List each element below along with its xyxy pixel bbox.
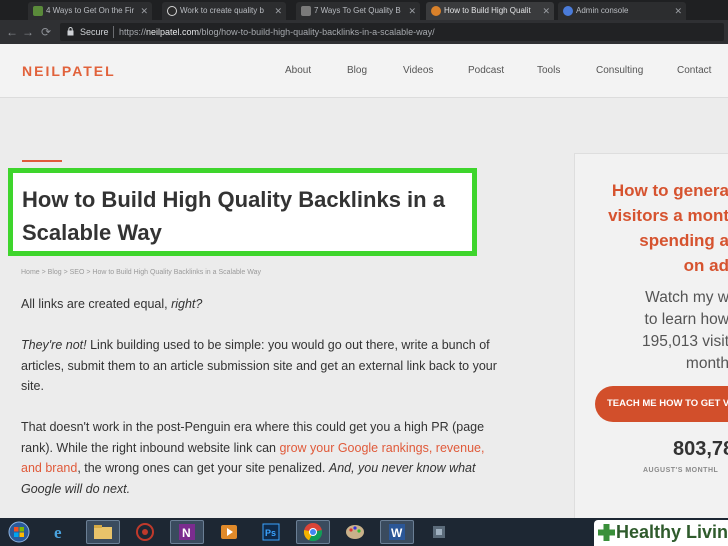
- music-app-icon[interactable]: [128, 520, 162, 544]
- intro-text: All links are created equal,: [21, 297, 172, 311]
- nav-videos[interactable]: Videos: [403, 65, 433, 76]
- address-bar[interactable]: Secure https://neilpatel.com/blog/how-to…: [60, 23, 724, 41]
- nav-blog[interactable]: Blog: [347, 65, 367, 76]
- onenote-icon[interactable]: N: [170, 520, 204, 544]
- sidebar-promo: How to genera visitors a mont spending a…: [574, 153, 728, 523]
- paragraph-penguin: That doesn't work in the post-Penguin er…: [21, 417, 501, 499]
- tool-icon[interactable]: [422, 520, 456, 544]
- close-icon[interactable]: ✕: [274, 2, 282, 20]
- intro-emphasis: right?: [171, 297, 203, 311]
- article-area: How to Build High Quality Backlinks in a…: [0, 98, 728, 523]
- paragraph-history: They're not! Link building used to be si…: [21, 335, 501, 397]
- photoshop-icon[interactable]: Ps: [254, 520, 288, 544]
- paint-icon[interactable]: [338, 520, 372, 544]
- promo-subtext-line: to learn how: [644, 311, 728, 328]
- tab-label: 4 Ways to Get On the Fir: [46, 6, 135, 15]
- paragraph-intro: All links are created equal, right?: [21, 294, 501, 315]
- chrome-icon[interactable]: [296, 520, 330, 544]
- title-accent-rule: [22, 160, 62, 162]
- nav-podcast[interactable]: Podcast: [468, 65, 504, 76]
- neilpatel-favicon-icon: [431, 6, 441, 16]
- promo-headline: How to genera visitors a mont spending a…: [529, 178, 728, 278]
- promo-headline-line: How to genera: [611, 181, 728, 200]
- visitor-count: 803,78: [673, 438, 728, 460]
- promo-headline-line: visitors a mont: [608, 206, 728, 225]
- tab-admin-console[interactable]: Admin console ✕: [558, 2, 686, 20]
- url-host: neilpatel.com: [146, 27, 200, 37]
- penguin-text-b: , the wrong ones can get your site penal…: [77, 461, 329, 475]
- nav-tools[interactable]: Tools: [537, 65, 560, 76]
- svg-text:W: W: [391, 526, 403, 540]
- nav-contact[interactable]: Contact: [677, 65, 711, 76]
- svg-text:Ps: Ps: [265, 528, 276, 538]
- google-favicon-icon: [167, 6, 177, 16]
- promo-subtext-line: month: [685, 355, 728, 372]
- svg-text:e: e: [54, 523, 62, 542]
- cross-logo-icon: [598, 524, 615, 541]
- healthy-living-watermark: Healthy Living: [594, 520, 728, 546]
- url-path: /blog/how-to-build-high-quality-backlink…: [199, 27, 435, 37]
- admin-favicon-icon: [563, 6, 573, 16]
- url-text[interactable]: https://neilpatel.com/blog/how-to-build-…: [119, 23, 435, 41]
- screen: 4 Ways to Get On the Fir ✕ Work to creat…: [0, 0, 728, 546]
- title-highlight-box: How to Build High Quality Backlinks in a…: [8, 168, 477, 256]
- close-icon[interactable]: ✕: [140, 2, 148, 20]
- promo-subtext-line: Watch my w: [645, 289, 728, 306]
- promo-headline-line: on ad: [683, 256, 728, 275]
- watermark-text: Healthy Living: [616, 522, 728, 542]
- internet-explorer-icon[interactable]: e: [44, 520, 78, 544]
- file-explorer-icon[interactable]: [86, 520, 120, 544]
- promo-headline-line: spending a: [639, 231, 728, 250]
- reload-icon[interactable]: ⟳: [38, 24, 54, 40]
- document-favicon-icon: [301, 6, 311, 16]
- secure-label: Secure: [80, 27, 109, 37]
- close-icon[interactable]: ✕: [674, 2, 682, 20]
- promo-subtext: Watch my w to learn how 195,013 visit mo…: [529, 287, 728, 375]
- site-header: NEILPATEL About Blog Videos Podcast Tool…: [0, 44, 728, 98]
- browser-tab-strip: 4 Ways to Get On the Fir ✕ Work to creat…: [0, 0, 728, 20]
- history-text: Link building used to be simple: you wou…: [21, 338, 497, 393]
- back-arrow-icon[interactable]: ←: [4, 24, 20, 40]
- article-title: How to Build High Quality Backlinks in a…: [22, 187, 445, 245]
- site-logo[interactable]: NEILPATEL: [22, 63, 116, 79]
- tab-label: Work to create quality b: [180, 6, 264, 15]
- tab-label: How to Build High Qualit: [444, 6, 531, 15]
- wikihow-favicon-icon: [33, 6, 43, 16]
- browser-toolbar: ← → ⟳ Secure https://neilpatel.com/blog/…: [0, 20, 728, 44]
- word-icon[interactable]: W: [380, 520, 414, 544]
- start-orb-icon[interactable]: [2, 520, 36, 544]
- tab-wikihow[interactable]: 4 Ways to Get On the Fir ✕: [28, 2, 152, 20]
- tab-build-backlinks[interactable]: How to Build High Qualit ✕: [426, 2, 554, 20]
- tab-label: Admin console: [576, 6, 629, 15]
- tab-label: 7 Ways To Get Quality B: [314, 6, 401, 15]
- count-caption: AUGUST'S MONTHL: [643, 467, 719, 474]
- lock-icon: [67, 27, 74, 36]
- nav-about[interactable]: About: [285, 65, 311, 76]
- breadcrumb[interactable]: Home > Blog > SEO > How to Build High Qu…: [21, 269, 261, 276]
- close-icon[interactable]: ✕: [408, 2, 416, 20]
- omnibox-divider: [113, 26, 114, 38]
- media-player-icon[interactable]: [212, 520, 246, 544]
- promo-subtext-line: 195,013 visit: [641, 333, 728, 350]
- history-emphasis: They're not!: [21, 338, 87, 352]
- forward-arrow-icon[interactable]: →: [20, 24, 36, 40]
- teach-me-button[interactable]: TEACH ME HOW TO GET V: [595, 386, 728, 422]
- nav-consulting[interactable]: Consulting: [596, 65, 643, 76]
- url-scheme: https://: [119, 27, 147, 37]
- tab-work-quality[interactable]: Work to create quality b ✕: [162, 2, 286, 20]
- svg-text:N: N: [182, 526, 191, 540]
- close-icon[interactable]: ✕: [542, 2, 550, 20]
- tab-seven-ways[interactable]: 7 Ways To Get Quality B ✕: [296, 2, 420, 20]
